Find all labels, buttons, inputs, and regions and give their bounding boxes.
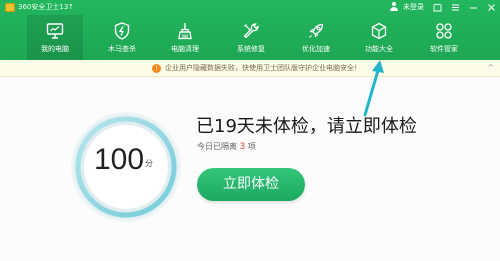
isolated-prefix: 今日已隔离 (197, 142, 237, 151)
nav-label: 优化加速 (302, 45, 330, 53)
wrench-icon (243, 23, 259, 39)
rocket-icon (309, 23, 324, 38)
score-unit: 分 (145, 159, 153, 168)
nav-label: 电脑清理 (171, 45, 199, 53)
isolated-count[interactable]: 3 (240, 142, 246, 152)
title-bar: 360安全卫士13 ↑ 未登录 (0, 0, 500, 15)
nav-item-software-manager[interactable]: 软件管家 (416, 15, 472, 60)
shield-icon (114, 22, 130, 40)
checkup-headline: 已19天未体检，请立即体检 (196, 116, 417, 137)
app-logo-icon (5, 3, 15, 12)
collapse-icon[interactable]: ^ (487, 63, 494, 73)
login-link[interactable]: 未登录 (403, 2, 424, 12)
nav-item-system-repair[interactable]: 系统修复 (223, 15, 279, 60)
nav-item-features[interactable]: 功能大全 (351, 15, 407, 60)
close-icon[interactable] (487, 3, 496, 12)
isolated-suffix: 项 (247, 142, 256, 151)
broom-icon (178, 23, 192, 40)
nav-item-cleanup[interactable]: 电脑清理 (157, 15, 213, 60)
skin-icon[interactable] (433, 2, 442, 12)
app-title: 360安全卫士13 (18, 3, 69, 11)
nav-item-optimize[interactable]: 优化加速 (288, 15, 344, 60)
nav-label: 木马查杀 (108, 45, 136, 53)
nav-label: 功能大全 (365, 45, 393, 53)
isolated-summary: 今日已隔离 3 项 (197, 141, 256, 153)
notice-bar[interactable]: ! 企业用户隐藏数据失败，快使用卫士团队版守护企业电脑安全！ ^ (0, 60, 500, 77)
update-icon[interactable]: ↑ (68, 2, 74, 12)
start-checkup-button[interactable]: 立即体检 (197, 168, 305, 201)
box-icon (371, 22, 387, 40)
app-window: 360安全卫士13 ↑ 未登录 我的电脑 木马查杀 电脑清理 系统修复 优化加速… (0, 0, 500, 261)
apps-icon (436, 23, 452, 39)
main-nav: 我的电脑 木马查杀 电脑清理 系统修复 优化加速 功能大全 软件管家 (0, 15, 500, 60)
notice-text[interactable]: 企业用户隐藏数据失败，快使用卫士团队版守护企业电脑安全！ (165, 63, 361, 73)
menu-icon[interactable] (451, 3, 460, 12)
nav-item-my-computer[interactable]: 我的电脑 (27, 15, 83, 60)
nav-label: 软件管家 (430, 45, 458, 53)
nav-label: 我的电脑 (41, 45, 69, 53)
nav-item-trojan-scan[interactable]: 木马查杀 (94, 15, 150, 60)
bulb-icon: ! (152, 64, 161, 73)
user-icon[interactable] (389, 2, 399, 12)
computer-icon (46, 23, 64, 39)
window-controls: 未登录 (389, 1, 496, 13)
header: 360安全卫士13 ↑ 未登录 我的电脑 木马查杀 电脑清理 系统修复 优化加速… (0, 0, 500, 60)
minimize-icon[interactable] (469, 3, 478, 12)
nav-label: 系统修复 (237, 45, 265, 53)
